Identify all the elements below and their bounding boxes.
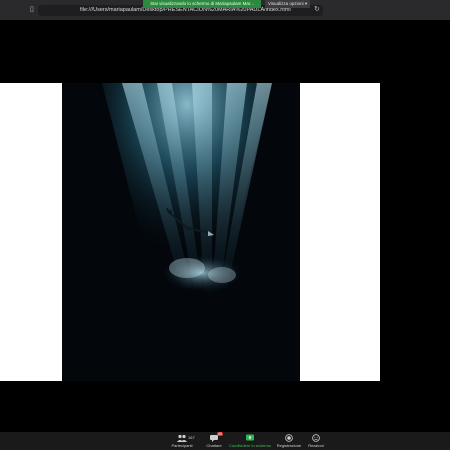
chat-badge: 60 — [217, 432, 223, 436]
light-rays-image — [62, 83, 300, 381]
participants-button[interactable]: 167 Partecipanti — [168, 434, 196, 448]
sidebar-icon[interactable]: ▯ — [30, 6, 37, 13]
reload-icon[interactable]: ↻ — [314, 6, 320, 13]
smiley-icon — [311, 434, 321, 442]
people-icon: 167 — [177, 434, 195, 442]
view-options-button[interactable]: Visualizza opzioni ▾ — [265, 0, 310, 8]
share-screen-button[interactable]: Condividere lo schermo — [228, 434, 272, 448]
share-screen-icon — [245, 434, 255, 442]
meeting-toolbar: 167 Partecipanti 60 Chattare Condividere… — [0, 432, 450, 450]
chat-bubble-icon: 60 — [209, 432, 223, 442]
record-button[interactable]: Registrazione — [275, 434, 303, 448]
underwater-diver-photo — [62, 83, 300, 381]
slide-right-panel — [300, 83, 380, 381]
screen-share-banner: Stai visualizzando lo schermo di Mariapa… — [143, 0, 261, 8]
slide-left-panel — [0, 83, 62, 381]
record-icon — [284, 434, 294, 442]
reactions-button[interactable]: Reazioni — [306, 434, 326, 448]
chat-button[interactable]: 60 Chattare — [203, 432, 225, 448]
